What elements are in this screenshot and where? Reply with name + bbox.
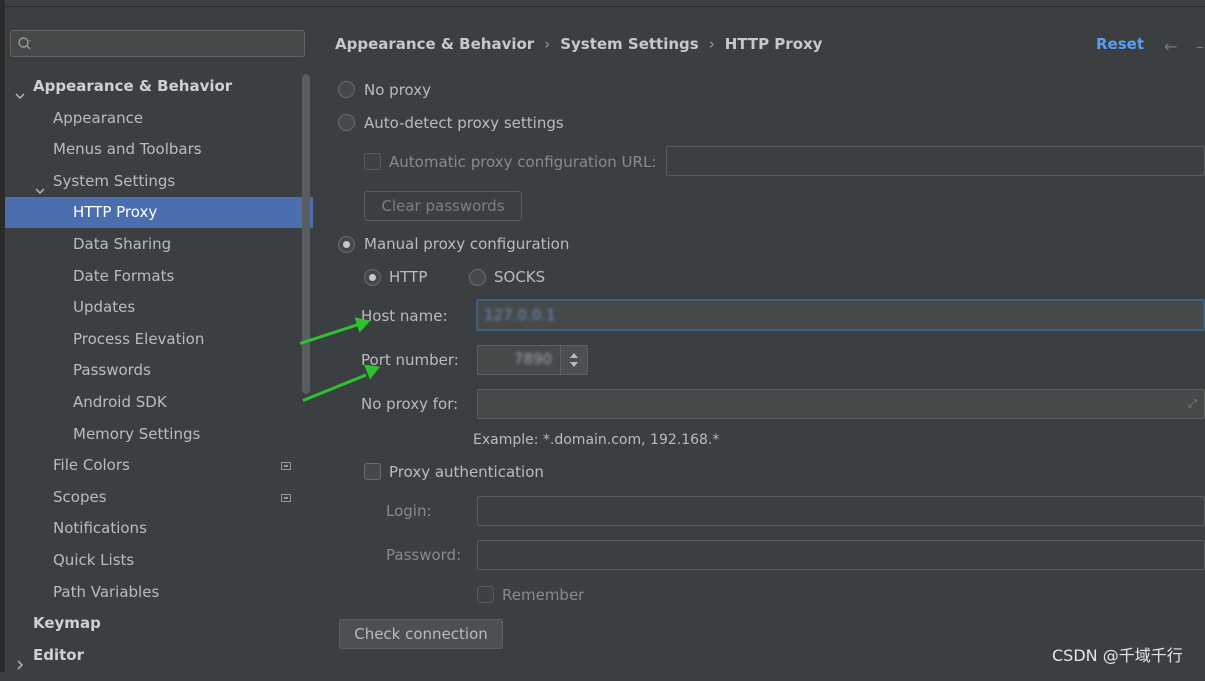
sidebar-item-label: File Colors xyxy=(53,456,130,475)
sidebar-item-label: Date Formats xyxy=(73,266,175,285)
auto-config-url-label[interactable]: Automatic proxy configuration URL: xyxy=(389,153,656,171)
expand-icon[interactable]: ⤢ xyxy=(1188,397,1200,410)
sidebar-item-appearance[interactable]: Appearance xyxy=(5,103,313,134)
sidebar-item-label: Menus and Toolbars xyxy=(53,140,202,159)
sidebar-item-file-colors[interactable]: File Colors xyxy=(5,450,313,481)
settings-search-input[interactable] xyxy=(10,30,305,57)
host-name-value: 127.0.0.1 xyxy=(484,306,556,324)
socks-label[interactable]: SOCKS xyxy=(494,268,545,286)
sidebar-item-system-settings[interactable]: System Settings xyxy=(5,166,313,197)
sidebar-item-android-sdk[interactable]: Android SDK xyxy=(5,387,313,418)
window-title-bar xyxy=(0,0,1205,7)
sidebar-item-scopes[interactable]: Scopes xyxy=(5,482,313,513)
clear-passwords-button[interactable]: Clear passwords xyxy=(364,191,522,221)
http-radio[interactable] xyxy=(364,269,381,286)
password-field[interactable] xyxy=(477,540,1205,570)
host-name-label: Host name: xyxy=(361,307,448,325)
reset-link[interactable]: Reset xyxy=(1096,35,1144,53)
proxy-authentication-label[interactable]: Proxy authentication xyxy=(389,463,544,481)
login-label: Login: xyxy=(386,502,432,520)
sidebar-item-quick-lists[interactable]: Quick Lists xyxy=(5,545,313,576)
sidebar-item-keymap[interactable]: Keymap xyxy=(5,608,313,639)
chevron-right-icon[interactable] xyxy=(15,650,25,670)
no-proxy-for-label: No proxy for: xyxy=(361,395,459,413)
sidebar-item-label: Keymap xyxy=(33,614,101,633)
remember-label[interactable]: Remember xyxy=(502,586,584,604)
manual-proxy-radio[interactable] xyxy=(338,236,355,253)
http-label[interactable]: HTTP xyxy=(389,268,427,286)
sidebar-item-label: Process Elevation xyxy=(73,329,205,348)
sidebar-item-label: Appearance xyxy=(53,108,144,127)
settings-sidebar: Appearance & Behavior Appearance Menus and… xyxy=(5,17,314,672)
stepper-arrows-icon xyxy=(570,353,578,367)
sidebar-item-passwords[interactable]: Passwords xyxy=(5,355,313,386)
sidebar-item-label: Data Sharing xyxy=(73,235,172,253)
settings-content-panel: Appearance & Behavior › System Settings › HT… xyxy=(314,17,1205,672)
port-number-stepper[interactable] xyxy=(560,345,588,375)
breadcrumb: Appearance & Behavior › System Settings › HT… xyxy=(335,35,822,53)
sidebar-item-date-formats[interactable]: Date Formats xyxy=(5,261,313,292)
login-field[interactable] xyxy=(477,496,1205,526)
sidebar-item-label: HTTP Proxy xyxy=(73,203,158,222)
sidebar-item-data-sharing[interactable]: Data Sharing xyxy=(5,229,313,260)
sidebar-scrollbar[interactable] xyxy=(302,74,310,394)
sidebar-item-menus-and-toolbars[interactable]: Menus and Toolbars xyxy=(5,134,313,165)
breadcrumb-item-http-proxy: HTTP Proxy xyxy=(724,35,823,53)
auto-detect-label[interactable]: Auto-detect proxy settings xyxy=(364,114,564,132)
sidebar-item-label: Android SDK xyxy=(73,393,167,411)
sidebar-item-updates[interactable]: Updates xyxy=(5,292,313,323)
chevron-down-icon[interactable] xyxy=(35,176,45,194)
sidebar-item-path-variables[interactable]: Path Variables xyxy=(5,577,313,608)
sidebar-item-label: Quick Lists xyxy=(53,551,135,569)
check-connection-button[interactable]: Check connection xyxy=(339,619,503,649)
sidebar-item-label: System Settings xyxy=(53,171,176,190)
no-proxy-example-text: Example: *.domain.com, 192.168.* xyxy=(473,432,720,448)
sidebar-item-notifications[interactable]: Notifications xyxy=(5,513,313,544)
search-icon xyxy=(18,37,31,50)
remember-checkbox[interactable] xyxy=(477,586,494,603)
breadcrumb-separator-icon: › xyxy=(708,35,715,53)
auto-detect-radio[interactable] xyxy=(338,114,355,131)
no-proxy-for-field[interactable]: ⤢ xyxy=(477,389,1205,419)
sidebar-item-label: Updates xyxy=(73,298,136,317)
no-proxy-label[interactable]: No proxy xyxy=(364,81,431,99)
project-scope-icon xyxy=(281,493,291,502)
breadcrumb-item-appearance[interactable]: Appearance & Behavior xyxy=(335,35,534,53)
host-name-field[interactable]: 127.0.0.1 xyxy=(476,299,1205,331)
sidebar-item-process-elevation[interactable]: Process Elevation xyxy=(5,324,313,355)
proxy-authentication-checkbox[interactable] xyxy=(364,463,381,480)
sidebar-item-memory-settings[interactable]: Memory Settings xyxy=(5,419,313,450)
auto-config-url-field[interactable] xyxy=(666,146,1205,176)
password-label: Password: xyxy=(386,546,462,564)
sidebar-item-label: Memory Settings xyxy=(73,424,201,443)
breadcrumb-separator-icon: › xyxy=(544,35,551,53)
forward-arrow-icon[interactable]: – xyxy=(1196,37,1204,56)
socks-radio[interactable] xyxy=(469,269,486,286)
sidebar-item-label: Passwords xyxy=(73,361,151,380)
project-scope-icon xyxy=(281,462,291,471)
chevron-down-icon[interactable] xyxy=(15,81,25,99)
manual-proxy-label[interactable]: Manual proxy configuration xyxy=(364,235,569,253)
no-proxy-radio[interactable] xyxy=(338,81,355,98)
sidebar-item-editor[interactable]: Editor xyxy=(5,640,313,671)
sidebar-item-label: Path Variables xyxy=(53,582,160,601)
sidebar-item-label: Scopes xyxy=(53,487,107,506)
sidebar-item-label: Notifications xyxy=(53,519,147,538)
sidebar-item-http-proxy[interactable]: HTTP Proxy xyxy=(5,197,313,229)
port-number-field[interactable]: 7890 xyxy=(477,345,561,375)
back-arrow-icon[interactable]: ← xyxy=(1164,37,1177,56)
sidebar-item-appearance-behavior[interactable]: Appearance & Behavior xyxy=(5,71,313,102)
auto-config-url-checkbox[interactable] xyxy=(364,153,381,170)
csdn-watermark: CSDN @千域千行 xyxy=(1052,646,1183,665)
port-number-value: 7890 xyxy=(513,350,552,368)
breadcrumb-item-system-settings[interactable]: System Settings xyxy=(560,35,699,53)
sidebar-item-label: Editor xyxy=(33,645,84,664)
sidebar-item-label: Appearance & Behavior xyxy=(33,77,233,95)
